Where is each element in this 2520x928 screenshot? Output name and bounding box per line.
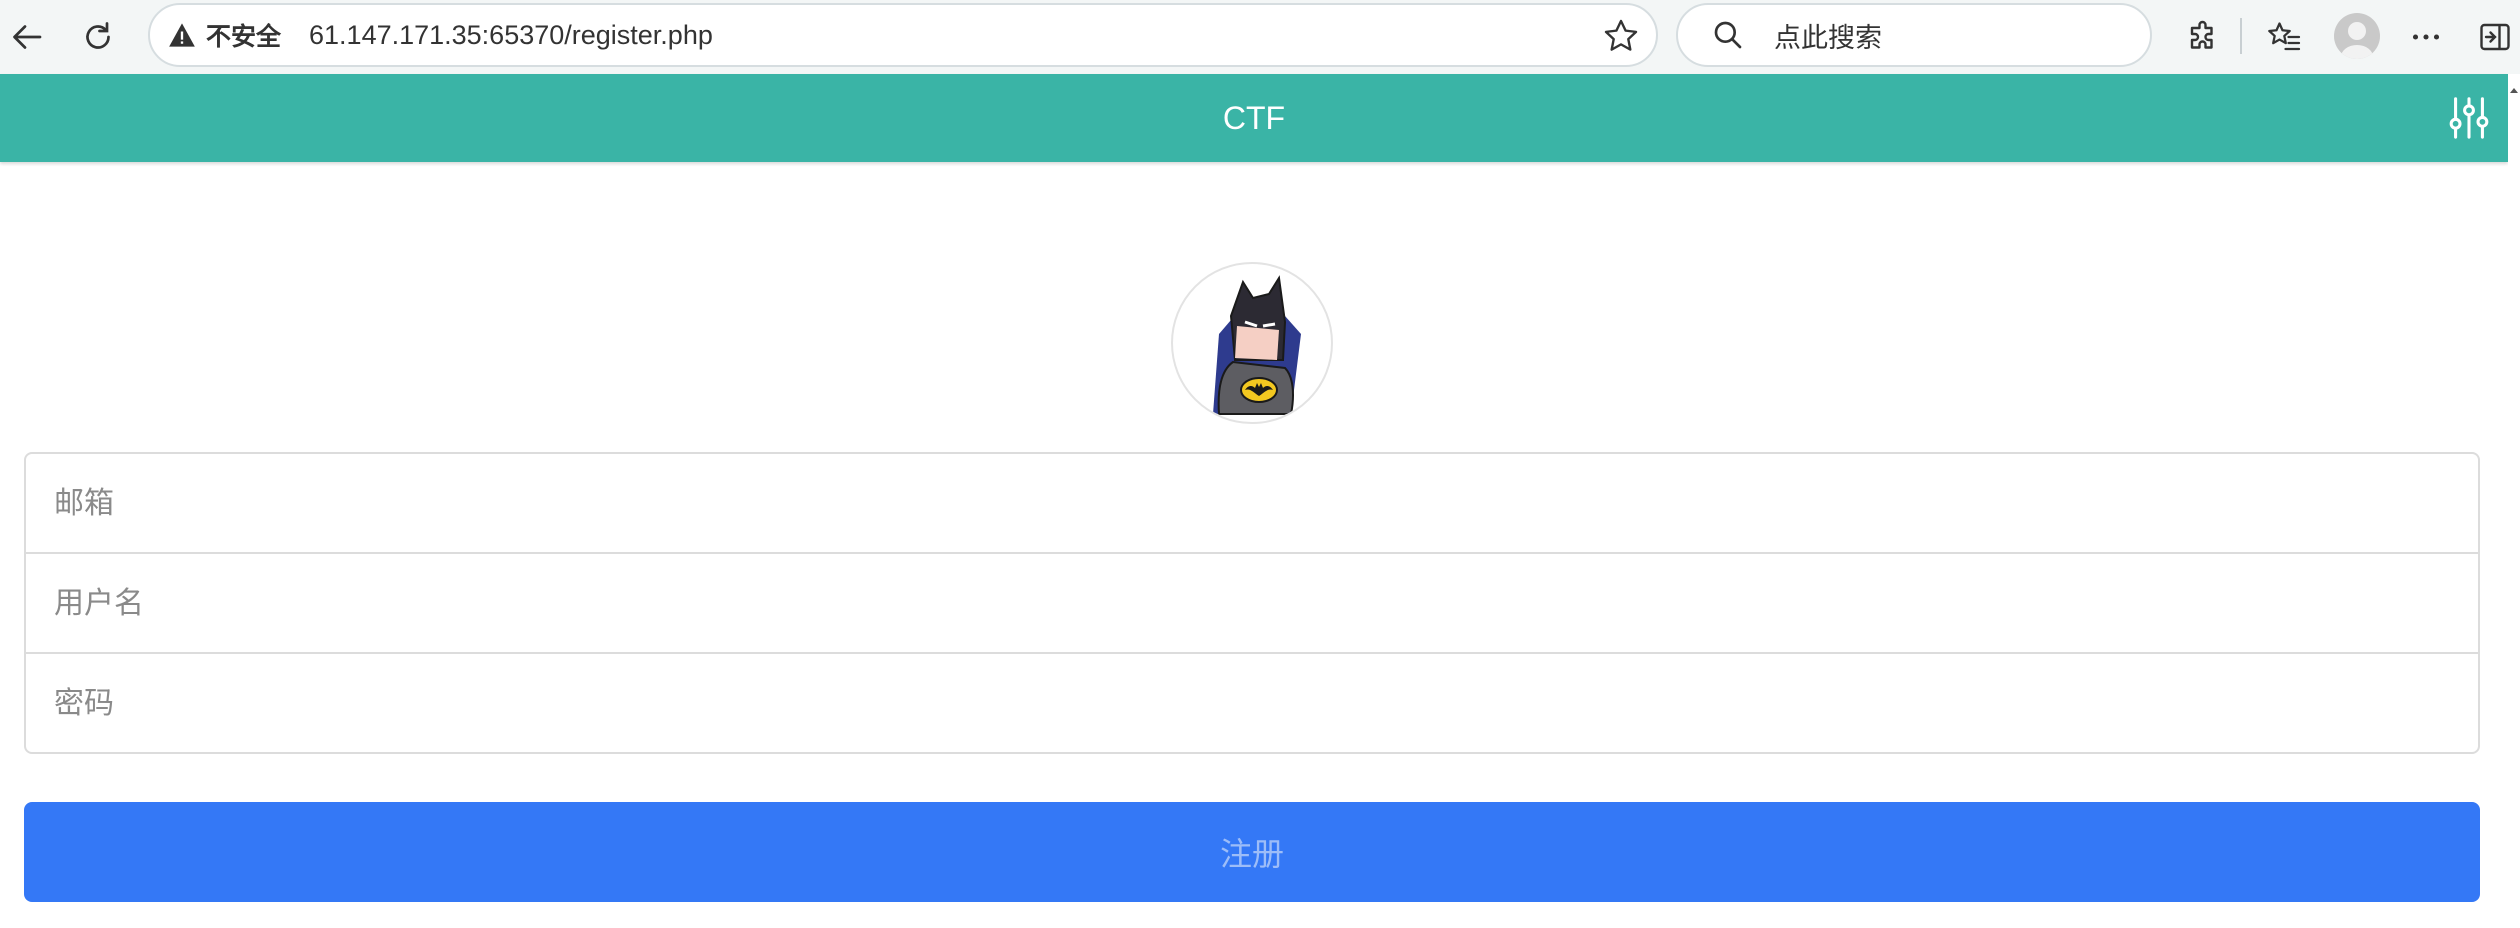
refresh-icon xyxy=(86,22,110,49)
star-icon[interactable] xyxy=(1602,17,1640,55)
address-bar[interactable]: 不安全 61.147.171.35:65370/register.php xyxy=(148,3,1658,67)
favorites-button[interactable] xyxy=(2256,9,2312,65)
sidebar-button[interactable] xyxy=(2470,9,2520,65)
register-form xyxy=(24,452,2480,754)
batman-avatar-image xyxy=(1213,275,1301,415)
username-field[interactable] xyxy=(26,554,2478,652)
scrollbar[interactable] xyxy=(2508,74,2520,928)
avatar xyxy=(1171,262,1333,424)
warning-icon xyxy=(169,23,195,47)
email-field-wrapper xyxy=(24,452,2480,554)
browser-search-box[interactable]: 点此搜索 xyxy=(1676,3,2152,67)
toolbar-divider xyxy=(2240,18,2242,54)
favorites-icon xyxy=(2268,22,2301,51)
more-button[interactable] xyxy=(2398,9,2454,65)
username-field-wrapper xyxy=(24,552,2480,654)
browser-toolbar: 不安全 61.147.171.35:65370/register.php 点此搜… xyxy=(0,0,2520,74)
password-field-wrapper xyxy=(24,652,2480,754)
extensions-icon xyxy=(2190,20,2213,49)
extensions-button[interactable] xyxy=(2176,9,2232,65)
back-arrow-icon xyxy=(13,25,42,49)
back-button[interactable] xyxy=(0,9,56,65)
more-icon xyxy=(2412,34,2440,40)
register-button[interactable]: 注册 xyxy=(24,802,2480,902)
app-header: CTF xyxy=(0,74,2508,162)
search-placeholder: 点此搜索 xyxy=(1774,22,1882,54)
scroll-up-arrow-icon[interactable] xyxy=(2508,84,2520,96)
email-field[interactable] xyxy=(26,454,2478,552)
sliders-icon[interactable] xyxy=(2446,94,2492,142)
url-text[interactable]: 61.147.171.35:65370/register.php xyxy=(309,20,713,51)
page-title: CTF xyxy=(1222,100,1286,136)
profile-avatar[interactable] xyxy=(2334,13,2380,59)
password-field[interactable] xyxy=(26,654,2478,752)
search-icon xyxy=(1714,21,1742,49)
sidebar-icon xyxy=(2480,23,2510,51)
refresh-button[interactable] xyxy=(70,9,126,65)
security-label[interactable]: 不安全 xyxy=(206,17,281,53)
profile-icon xyxy=(2341,22,2373,59)
